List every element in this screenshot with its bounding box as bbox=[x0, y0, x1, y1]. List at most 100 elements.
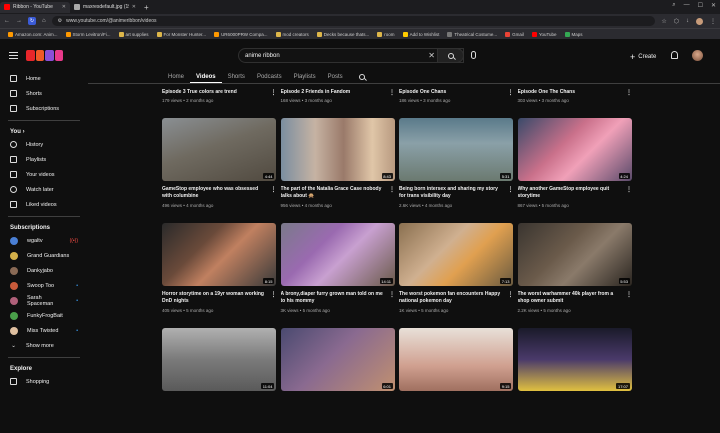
tab-playlists[interactable]: Playlists bbox=[288, 71, 322, 83]
address-field[interactable]: ⚙ www.youtube.com/@animeribbon/videos bbox=[51, 16, 656, 26]
notifications-icon[interactable] bbox=[671, 51, 678, 59]
video-title[interactable]: Why another GameStop employee quit story… bbox=[518, 186, 633, 200]
video-card[interactable]: 8:15 Horror storytime on a 19yr woman wor… bbox=[162, 223, 281, 328]
video-thumbnail[interactable]: 17:07 bbox=[517, 328, 632, 391]
sidebar-item-your-videos[interactable]: Your videos bbox=[0, 167, 88, 182]
menu-icon[interactable] bbox=[9, 52, 18, 59]
bookmark-star-icon[interactable]: ☆ bbox=[661, 18, 666, 25]
bookmark-item[interactable]: For Monster Hunter... bbox=[156, 31, 206, 37]
video-thumbnail[interactable]: 11:04 bbox=[162, 328, 276, 391]
bookmark-item[interactable]: Amazon.com: Anim... bbox=[8, 31, 58, 37]
bookmark-item[interactable]: Storm Levitron/Fi... bbox=[65, 31, 111, 37]
site-info-icon[interactable]: ⚙ bbox=[58, 18, 62, 24]
youtube-logo[interactable] bbox=[26, 50, 63, 61]
video-card[interactable]: 17:07 bbox=[517, 328, 637, 433]
video-title[interactable]: Episode One Chans bbox=[399, 89, 514, 95]
video-title[interactable]: Episode 3 True colors are trend bbox=[162, 89, 277, 95]
extensions-icon[interactable]: ⬡ bbox=[674, 18, 679, 25]
bookmark-item[interactable]: Maps bbox=[564, 31, 583, 37]
more-options-icon[interactable]: ⋮ bbox=[271, 89, 277, 96]
browser-menu-icon[interactable]: ⋮ bbox=[710, 18, 716, 25]
video-thumbnail[interactable]: 6:01 bbox=[280, 328, 395, 391]
close-tab-icon[interactable]: ✕ bbox=[132, 4, 136, 10]
video-card[interactable]: 14:11 A brony,diaper furry grown man told… bbox=[280, 223, 400, 328]
more-options-icon[interactable]: ⋮ bbox=[508, 89, 514, 96]
forward-icon[interactable]: → bbox=[16, 18, 22, 24]
video-card[interactable]: 5:53 The worst warhammer 40k player from … bbox=[517, 223, 637, 328]
home-browser-icon[interactable]: ⌂ bbox=[42, 18, 46, 24]
tab-posts[interactable]: Posts bbox=[322, 71, 349, 83]
close-tab-icon[interactable]: ✕ bbox=[62, 4, 66, 10]
video-thumbnail[interactable]: 8:15 bbox=[162, 223, 276, 286]
search-button[interactable] bbox=[437, 48, 464, 63]
video-card-partial[interactable]: Episode One Chans 186 views • 3 months a… bbox=[399, 89, 518, 103]
voice-search-icon[interactable] bbox=[471, 51, 476, 59]
tab-shorts[interactable]: Shorts bbox=[222, 71, 251, 83]
sidebar-item-playlists[interactable]: Playlists bbox=[0, 152, 88, 167]
bookmark-item[interactable]: room bbox=[377, 31, 395, 37]
more-options-icon[interactable]: ⋮ bbox=[389, 291, 395, 298]
video-card[interactable]: 6:01 bbox=[280, 328, 400, 433]
sidebar-item-liked-videos[interactable]: Liked videos bbox=[0, 197, 88, 212]
video-title[interactable]: A brony,diaper furry grown man told on m… bbox=[281, 291, 396, 305]
video-thumbnail[interactable]: 4:44 bbox=[162, 118, 276, 181]
video-title[interactable]: Horror storytime on a 19yr woman working… bbox=[162, 291, 277, 305]
bookmark-item[interactable]: UR6000PRW Compa... bbox=[214, 31, 268, 37]
sidebar-item-watch-later[interactable]: Watch later bbox=[0, 182, 88, 197]
more-options-icon[interactable]: ⋮ bbox=[389, 89, 395, 96]
video-title[interactable]: GameStop employee who was obsessed with … bbox=[162, 186, 277, 200]
more-options-icon[interactable]: ⋮ bbox=[626, 291, 632, 298]
video-title[interactable]: The worst warhammer 40k player from a sh… bbox=[518, 291, 633, 305]
video-thumbnail[interactable]: 8:43 bbox=[280, 118, 395, 181]
video-card[interactable]: 4:24 Why another GameStop employee quit s… bbox=[517, 118, 637, 223]
tab-podcasts[interactable]: Podcasts bbox=[251, 71, 288, 83]
video-card[interactable]: 5:31 Being born intersex and sharing my s… bbox=[399, 118, 518, 223]
video-title[interactable]: Episode 2 Friends in Fandom bbox=[281, 89, 396, 95]
sidebar-item-subscriptions[interactable]: Subscriptions bbox=[0, 101, 88, 116]
sidebar-item-history[interactable]: History bbox=[0, 137, 88, 152]
show-more-button[interactable]: ⌄ Show more bbox=[0, 338, 88, 353]
new-tab-icon[interactable]: + bbox=[140, 3, 153, 12]
bookmark-item[interactable]: mod creators bbox=[275, 31, 309, 37]
video-card[interactable]: 9:15 bbox=[399, 328, 518, 433]
minimize-icon[interactable]: — bbox=[684, 2, 690, 9]
more-options-icon[interactable]: ⋮ bbox=[389, 186, 395, 193]
sidebar-subscription[interactable]: Swoop Too • bbox=[0, 278, 88, 293]
video-title[interactable]: The worst pokemon fan encounters Happy n… bbox=[399, 291, 514, 305]
reload-icon[interactable]: ↻ bbox=[28, 17, 36, 25]
bookmark-item[interactable]: Decks because thats... bbox=[316, 31, 369, 37]
bookmark-item[interactable]: YouTube bbox=[531, 31, 557, 37]
video-card[interactable]: 8:43 The part of the Natalia Grace Case n… bbox=[280, 118, 400, 223]
more-options-icon[interactable]: ⋮ bbox=[626, 89, 632, 96]
video-title[interactable]: Being born intersex and sharing my story… bbox=[399, 186, 514, 200]
search-input[interactable]: anime ribbon ✕ bbox=[238, 48, 464, 63]
browser-tab-image[interactable]: maxresdefault.jpg (1920× ✕ bbox=[70, 2, 140, 13]
search-tabs-icon[interactable]: ⌕ bbox=[672, 2, 675, 9]
more-options-icon[interactable]: ⋮ bbox=[508, 291, 514, 298]
account-avatar[interactable] bbox=[692, 50, 703, 61]
more-options-icon[interactable]: ⋮ bbox=[508, 186, 514, 193]
downloads-icon[interactable]: ↓ bbox=[686, 18, 689, 24]
bookmark-item[interactable]: Theatrical Costume... bbox=[447, 31, 497, 37]
channel-search-button[interactable] bbox=[353, 71, 371, 83]
sidebar-subscription[interactable]: Grand Guardians bbox=[0, 248, 88, 263]
browser-tab-youtube[interactable]: Ribbon - YouTube ✕ bbox=[0, 1, 70, 13]
video-thumbnail[interactable]: 14:11 bbox=[280, 223, 395, 286]
bookmark-item[interactable]: art supplies bbox=[118, 31, 149, 37]
sidebar-item-shorts[interactable]: Shorts bbox=[0, 86, 88, 101]
sidebar-item-home[interactable]: Home bbox=[0, 71, 88, 86]
video-card[interactable]: 7:13 The worst pokemon fan encounters Hap… bbox=[399, 223, 518, 328]
more-options-icon[interactable]: ⋮ bbox=[626, 186, 632, 193]
video-card[interactable]: 4:44 GameStop employee who was obsessed w… bbox=[162, 118, 281, 223]
bookmark-item[interactable]: Add to Wishlist bbox=[402, 31, 439, 37]
clear-search-icon[interactable]: ✕ bbox=[428, 51, 435, 60]
tab-home[interactable]: Home bbox=[162, 71, 190, 83]
sidebar-subscription[interactable]: Sarah Spaceman • bbox=[0, 293, 88, 308]
video-card-partial[interactable]: Episode One The Chans 303 views • 3 mont… bbox=[518, 89, 637, 103]
more-options-icon[interactable]: ⋮ bbox=[271, 186, 277, 193]
more-options-icon[interactable]: ⋮ bbox=[271, 291, 277, 298]
profile-avatar[interactable] bbox=[696, 17, 703, 25]
video-thumbnail[interactable]: 4:24 bbox=[517, 118, 632, 181]
bookmark-item[interactable]: Gmail bbox=[505, 31, 524, 37]
tab-videos[interactable]: Videos bbox=[190, 71, 222, 83]
